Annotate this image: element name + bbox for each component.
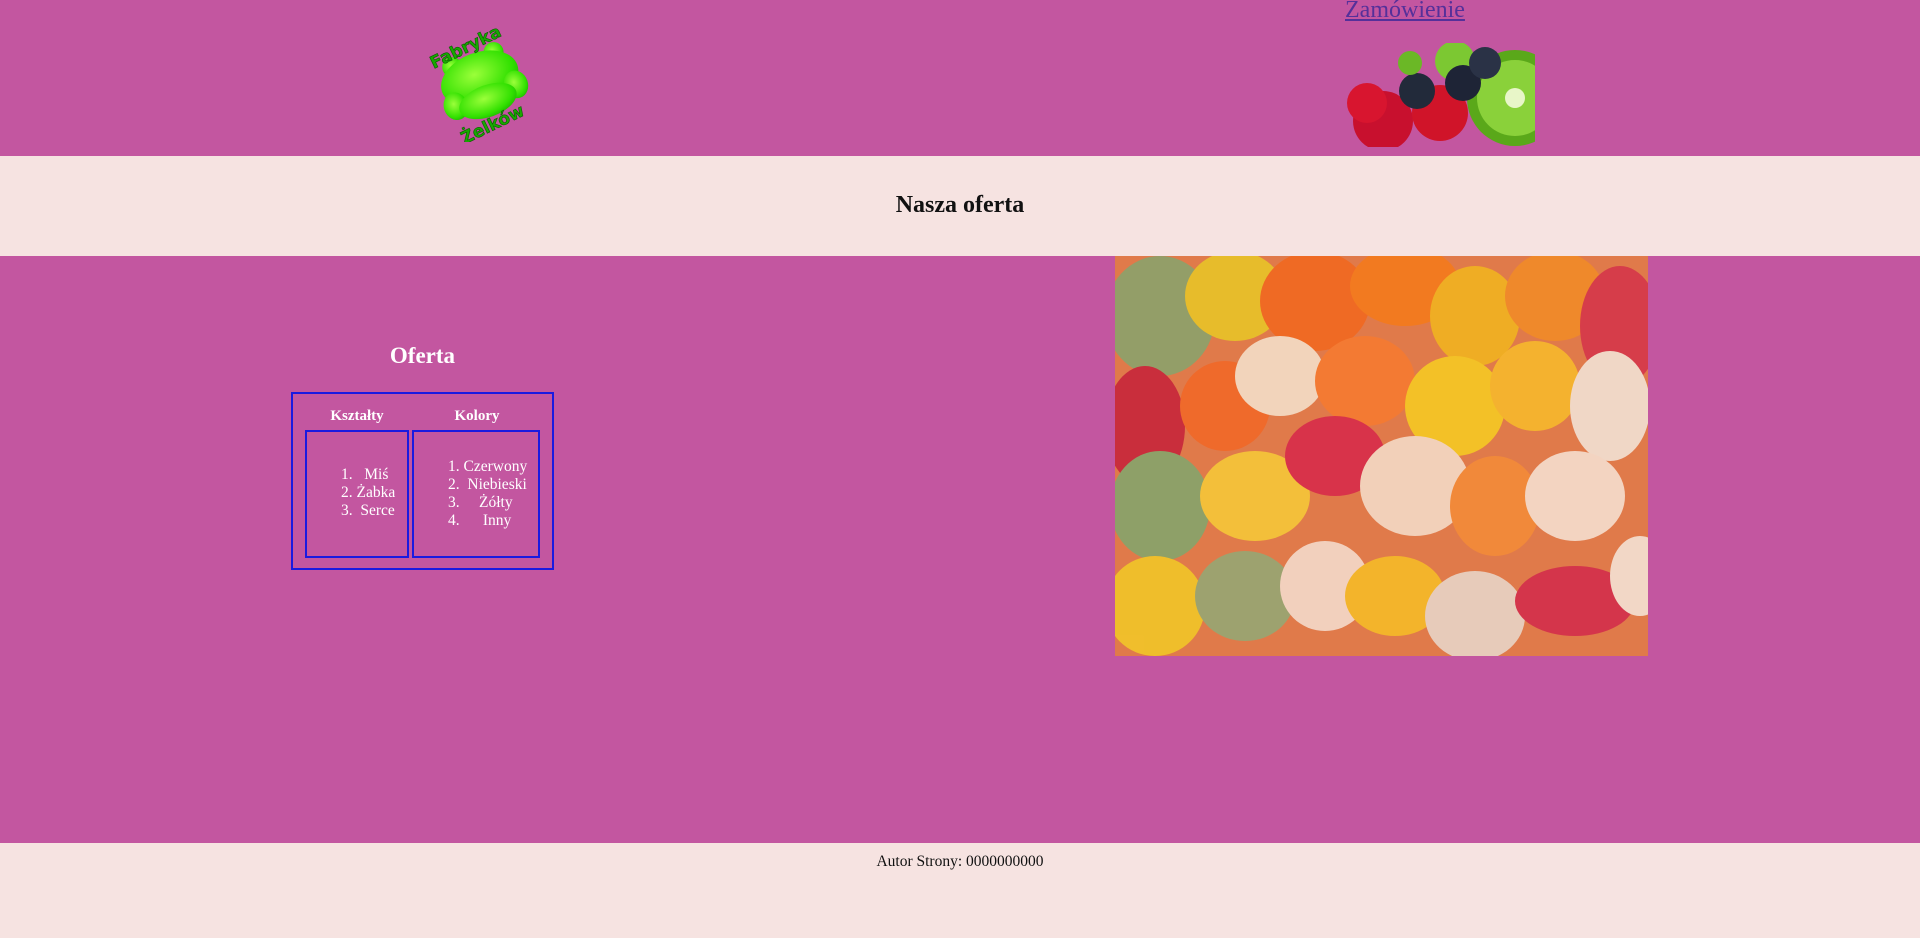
list-item: 2. Żabka <box>341 484 396 501</box>
gummy-bear-logo-icon: Fabryka Żelków <box>418 16 544 149</box>
colors-cell: 1. Czerwony 2. Niebieski 3. Żółty 4. Inn… <box>412 430 540 558</box>
main-section: Oferta Kształty Kolory 1. Miś 2. Żabka 3… <box>0 256 1920 843</box>
offer-table: Kształty Kolory 1. Miś 2. Żabka 3. Serce… <box>291 392 554 570</box>
list-item: 1. Czerwony <box>448 458 528 475</box>
author-text: Autor Strony: 0000000000 <box>876 853 1044 870</box>
title-band: Nasza oferta <box>0 156 1920 256</box>
header: Fabryka Żelków Zamówienie <box>0 0 1920 156</box>
shapes-cell: 1. Miś 2. Żabka 3. Serce <box>305 430 409 558</box>
order-link[interactable]: Zamówienie <box>1345 0 1465 24</box>
colors-list: 1. Czerwony 2. Niebieski 3. Żółty 4. Inn… <box>448 458 527 530</box>
column-header-shapes: Kształty <box>330 408 384 424</box>
list-item: 3. Żółty <box>448 494 513 511</box>
list-item: 3. Serce <box>341 502 395 519</box>
footer: Autor Strony: 0000000000 <box>0 843 1920 938</box>
column-header-colors: Kolory <box>454 408 500 424</box>
offer-heading: Oferta <box>389 343 456 368</box>
page-title: Nasza oferta <box>895 192 1025 218</box>
list-item: 1. Miś <box>341 466 389 483</box>
list-item: 2. Niebieski <box>448 476 527 493</box>
gummy-bears-photo <box>1115 256 1648 656</box>
shapes-list: 1. Miś 2. Żabka 3. Serce <box>341 466 395 520</box>
fruit-jellies-image <box>1345 43 1535 147</box>
list-item: 4. Inny <box>448 512 512 529</box>
